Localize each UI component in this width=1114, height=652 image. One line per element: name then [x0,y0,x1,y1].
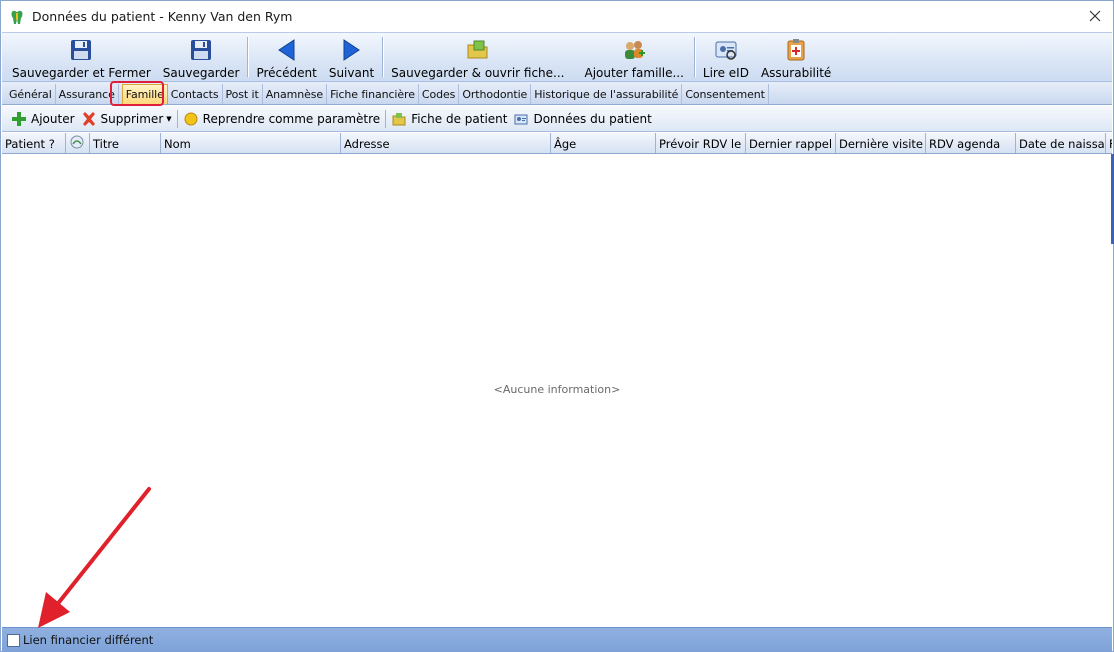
patient-data-window: Données du patient - Kenny Van den Rym S… [0,0,1114,652]
tab-consent[interactable]: Consentement [682,84,769,104]
add-button[interactable]: Ajouter [8,108,78,130]
column-header-last-visit[interactable]: Dernière visite [836,133,926,153]
family-toolbar: Ajouter Supprimer ▼ Reprendre comme para… [2,106,1112,132]
tab-post-it[interactable]: Post it [223,84,263,104]
ribbon-separator [247,37,249,77]
save-and-close-button[interactable]: Sauvegarder et Fermer [6,33,157,81]
tab-bar: Général Assurance Famille Contacts Post … [2,82,1112,105]
tab-general[interactable]: Général [6,84,56,104]
yellow-circle-icon [183,111,199,127]
column-header-title[interactable]: Titre [90,133,161,153]
window-title: Données du patient - Kenny Van den Rym [32,9,293,24]
different-financial-link-checkbox[interactable] [7,633,20,647]
add-family-button[interactable]: Ajouter famille... [570,33,691,81]
tab-family[interactable]: Famille [121,84,168,104]
title-bar: Données du patient - Kenny Van den Rym [1,1,1113,32]
toolbar-separator [385,109,387,128]
column-header-name[interactable]: Nom [161,133,341,153]
column-header-plan-appointment[interactable]: Prévoir RDV le [656,133,746,153]
ribbon-separator [382,37,384,77]
arrow-left-icon [274,37,300,63]
family-grid[interactable]: <Aucune information> [2,154,1112,627]
column-header-icon[interactable] [66,133,90,153]
next-button[interactable]: Suivant [323,33,380,81]
dropdown-arrow-icon: ▼ [166,114,172,123]
arrow-right-icon [338,37,364,63]
delete-dropdown-button[interactable]: Supprimer ▼ [78,108,175,130]
plus-icon [11,111,27,127]
use-as-parameter-button[interactable]: Reprendre comme paramètre [180,108,384,130]
grid-header: Patient ? Titre Nom Adresse Âge Prévoir … [2,133,1112,154]
save-and-open-file-button[interactable]: Sauvegarder & ouvrir fiche... [385,33,570,81]
tab-orthodontics[interactable]: Orthodontie [459,84,532,104]
tab-insurance[interactable]: Assurance [56,84,119,104]
close-button[interactable] [1085,6,1105,26]
folder-open-icon [465,37,491,63]
column-header-patient[interactable]: Patient ? [2,133,66,153]
ribbon-toolbar: Sauvegarder et Fermer Sauvegarder Précéd… [2,32,1112,82]
tab-codes[interactable]: Codes [419,84,460,104]
folder-icon [391,111,407,127]
tab-financial-file[interactable]: Fiche financière [327,84,419,104]
close-icon [1089,10,1101,22]
footer-bar: Lien financier différent [2,627,1112,652]
save-button[interactable]: Sauvegarder [157,33,246,81]
patient-data-button[interactable]: Données du patient [510,108,654,130]
column-header-age[interactable]: Âge [551,133,656,153]
floppy-disk-icon [188,37,214,63]
floppy-disk-icon [68,37,94,63]
id-card-icon [513,111,529,127]
patient-file-button[interactable]: Fiche de patient [388,108,510,130]
ribbon-separator [693,37,695,77]
read-eid-button[interactable]: Lire eID [697,33,755,81]
different-financial-link-label[interactable]: Lien financier différent [23,633,153,647]
previous-button[interactable]: Précédent [250,33,322,81]
eid-card-icon [713,37,739,63]
column-header-agenda-appointment[interactable]: RDV agenda [926,133,1016,153]
column-header-birth-date[interactable]: Date de naissance [1016,133,1106,153]
insurability-button[interactable]: Assurabilité [755,33,837,81]
app-tooth-icon [10,9,24,25]
empty-grid-message: <Aucune information> [493,383,621,396]
clipboard-medical-icon [783,37,809,63]
recall-icon [69,135,85,152]
column-header-f[interactable]: F [1106,133,1112,153]
toolbar-separator [176,109,178,128]
column-header-address[interactable]: Adresse [341,133,551,153]
red-x-icon [81,111,97,127]
tab-contacts[interactable]: Contacts [168,84,223,104]
column-header-last-recall[interactable]: Dernier rappel [746,133,836,153]
tab-anamnesis[interactable]: Anamnèse [263,84,328,104]
tab-insurability-history[interactable]: Historique de l'assurabilité [531,84,683,104]
add-family-icon [621,37,647,63]
